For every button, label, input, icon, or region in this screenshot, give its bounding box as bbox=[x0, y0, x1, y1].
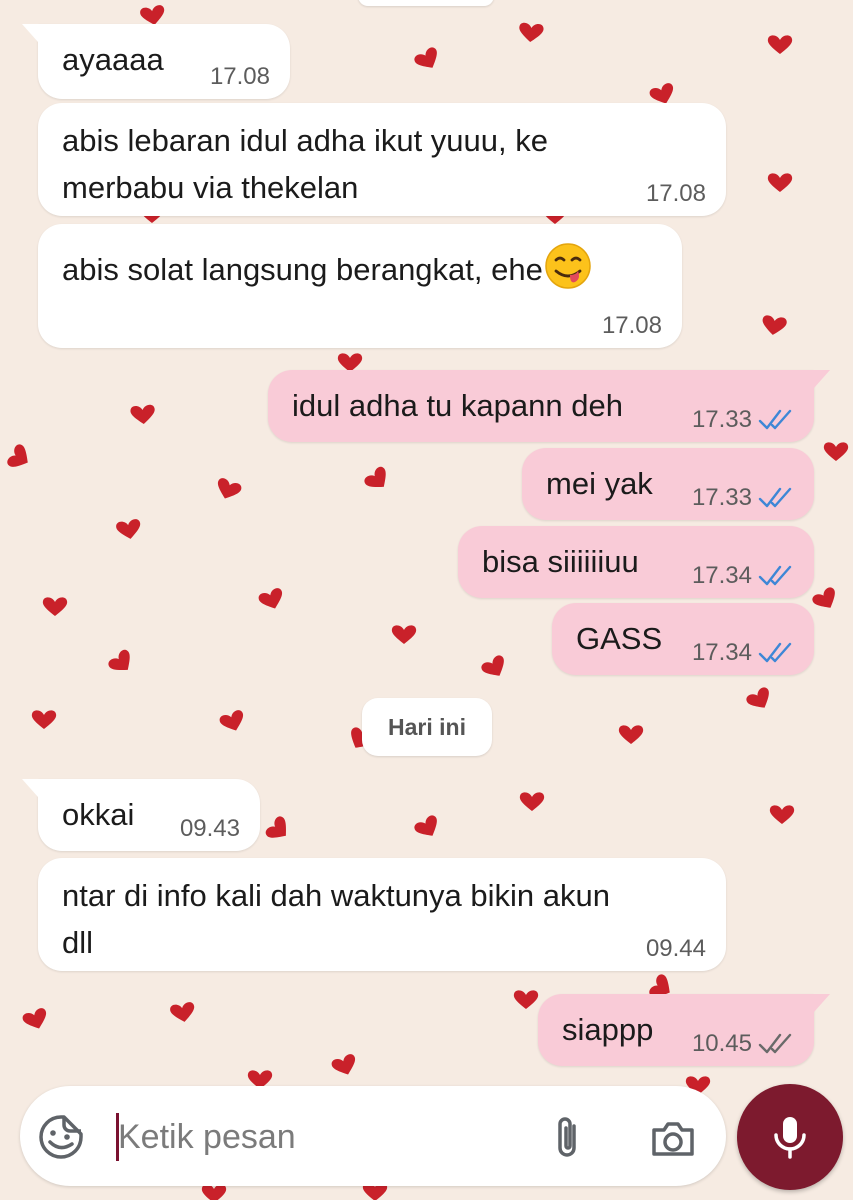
message-bubble-outgoing[interactable]: bisa siiiiiiuu 17.34 bbox=[458, 526, 814, 598]
message-time: 17.08 bbox=[209, 63, 270, 90]
message-text: mei yak bbox=[546, 466, 653, 501]
heart-pattern-shape bbox=[42, 597, 68, 616]
face-savoring-food-emoji bbox=[545, 243, 591, 289]
heart-pattern-shape bbox=[767, 173, 793, 192]
message-meta: 17.08 bbox=[210, 63, 270, 91]
message-composer bbox=[20, 1086, 726, 1186]
heart-pattern-shape bbox=[481, 655, 504, 676]
message-meta: 09.43 bbox=[180, 815, 240, 843]
message-text-row: abis solat langsung berangkat, ehe bbox=[62, 242, 592, 293]
sticker-icon[interactable] bbox=[38, 1114, 84, 1160]
message-bubble-outgoing[interactable]: siappp 10.45 bbox=[538, 994, 830, 1066]
message-time: 17.33 bbox=[691, 406, 752, 433]
heart-pattern-shape bbox=[769, 805, 795, 824]
heart-pattern-shape bbox=[746, 687, 769, 708]
message-time: 10.45 bbox=[691, 1030, 752, 1057]
message-meta: 09.44 bbox=[646, 935, 706, 963]
heart-pattern-shape bbox=[618, 725, 644, 744]
message-bubble-incoming[interactable]: ayaaaa 17.08 bbox=[22, 24, 290, 99]
heart-pattern-shape bbox=[116, 519, 141, 539]
message-meta: 17.08 bbox=[646, 180, 706, 208]
message-time: 17.34 bbox=[691, 562, 752, 589]
message-meta: 17.08 bbox=[602, 312, 662, 340]
heart-pattern-shape bbox=[414, 47, 437, 68]
message-time: 09.43 bbox=[179, 815, 240, 842]
message-time: 17.34 bbox=[691, 639, 752, 666]
heart-pattern-shape bbox=[201, 1184, 227, 1200]
message-meta: 17.33 bbox=[692, 484, 794, 512]
heart-pattern-shape bbox=[130, 404, 155, 424]
read-double-check-icon bbox=[758, 409, 792, 430]
heart-pattern-shape bbox=[331, 1054, 356, 1075]
message-text: siappp bbox=[562, 1012, 654, 1047]
heart-pattern-shape bbox=[265, 816, 287, 838]
message-text: ntar di info kali dah waktunya bikin aku… bbox=[62, 878, 610, 960]
message-bubble-outgoing[interactable]: mei yak 17.33 bbox=[522, 448, 814, 520]
delivered-double-check-icon bbox=[758, 1033, 792, 1054]
message-text: abis solat langsung berangkat, ehe bbox=[62, 252, 543, 287]
heart-pattern-shape bbox=[108, 649, 130, 671]
heart-pattern-shape bbox=[513, 990, 539, 1009]
read-double-check-icon bbox=[758, 487, 792, 508]
message-text: bisa siiiiiiuu bbox=[482, 544, 639, 579]
paperclip-icon[interactable] bbox=[548, 1116, 588, 1160]
message-time: 17.08 bbox=[645, 180, 706, 207]
message-meta: 17.33 bbox=[692, 406, 794, 434]
message-bubble-incoming[interactable]: ntar di info kali dah waktunya bikin aku… bbox=[38, 858, 726, 971]
read-double-check-icon bbox=[758, 565, 792, 586]
message-bubble-outgoing[interactable]: idul adha tu kapann deh 17.33 bbox=[268, 370, 830, 442]
heart-pattern-shape bbox=[812, 587, 835, 608]
previous-date-chip-edge bbox=[358, 0, 494, 6]
heart-pattern-shape bbox=[391, 625, 417, 644]
message-bubble-incoming[interactable]: abis solat langsung berangkat, ehe 17.08 bbox=[38, 224, 682, 348]
heart-pattern-shape bbox=[823, 442, 849, 461]
message-time: 17.08 bbox=[601, 312, 662, 339]
message-time: 17.33 bbox=[691, 484, 752, 511]
message-text: abis lebaran idul adha ikut yuuu, ke mer… bbox=[62, 123, 548, 205]
message-text: okkai bbox=[62, 797, 135, 832]
message-input[interactable] bbox=[118, 1108, 518, 1166]
message-bubble-incoming[interactable]: abis lebaran idul adha ikut yuuu, ke mer… bbox=[38, 103, 726, 216]
message-meta: 10.45 bbox=[692, 1030, 794, 1058]
message-text: GASS bbox=[576, 621, 663, 656]
message-text: idul adha tu kapann deh bbox=[292, 388, 623, 423]
heart-pattern-shape bbox=[7, 444, 28, 467]
voice-record-button[interactable] bbox=[737, 1084, 843, 1190]
read-double-check-icon bbox=[758, 642, 792, 663]
heart-pattern-shape bbox=[219, 710, 244, 731]
date-divider: Hari ini bbox=[362, 698, 492, 756]
heart-pattern-shape bbox=[767, 35, 793, 54]
heart-pattern-shape bbox=[519, 22, 544, 42]
message-time: 09.44 bbox=[645, 935, 706, 962]
message-bubble-outgoing[interactable]: GASS 17.34 bbox=[552, 603, 814, 675]
heart-pattern-shape bbox=[31, 710, 57, 729]
message-bubble-incoming[interactable]: okkai 09.43 bbox=[22, 779, 260, 851]
heart-pattern-shape bbox=[258, 588, 283, 609]
camera-icon[interactable] bbox=[650, 1116, 696, 1160]
heart-pattern-shape bbox=[364, 466, 386, 488]
heart-pattern-shape bbox=[519, 792, 545, 811]
heart-pattern-shape bbox=[22, 1008, 47, 1029]
heart-pattern-shape bbox=[217, 478, 242, 499]
message-meta: 17.34 bbox=[692, 562, 794, 590]
microphone-icon bbox=[774, 1117, 806, 1159]
heart-pattern-shape bbox=[414, 815, 437, 836]
message-meta: 17.34 bbox=[692, 639, 794, 667]
heart-pattern-shape bbox=[762, 315, 787, 335]
heart-pattern-shape bbox=[170, 1002, 195, 1022]
message-text: ayaaaa bbox=[62, 42, 164, 77]
